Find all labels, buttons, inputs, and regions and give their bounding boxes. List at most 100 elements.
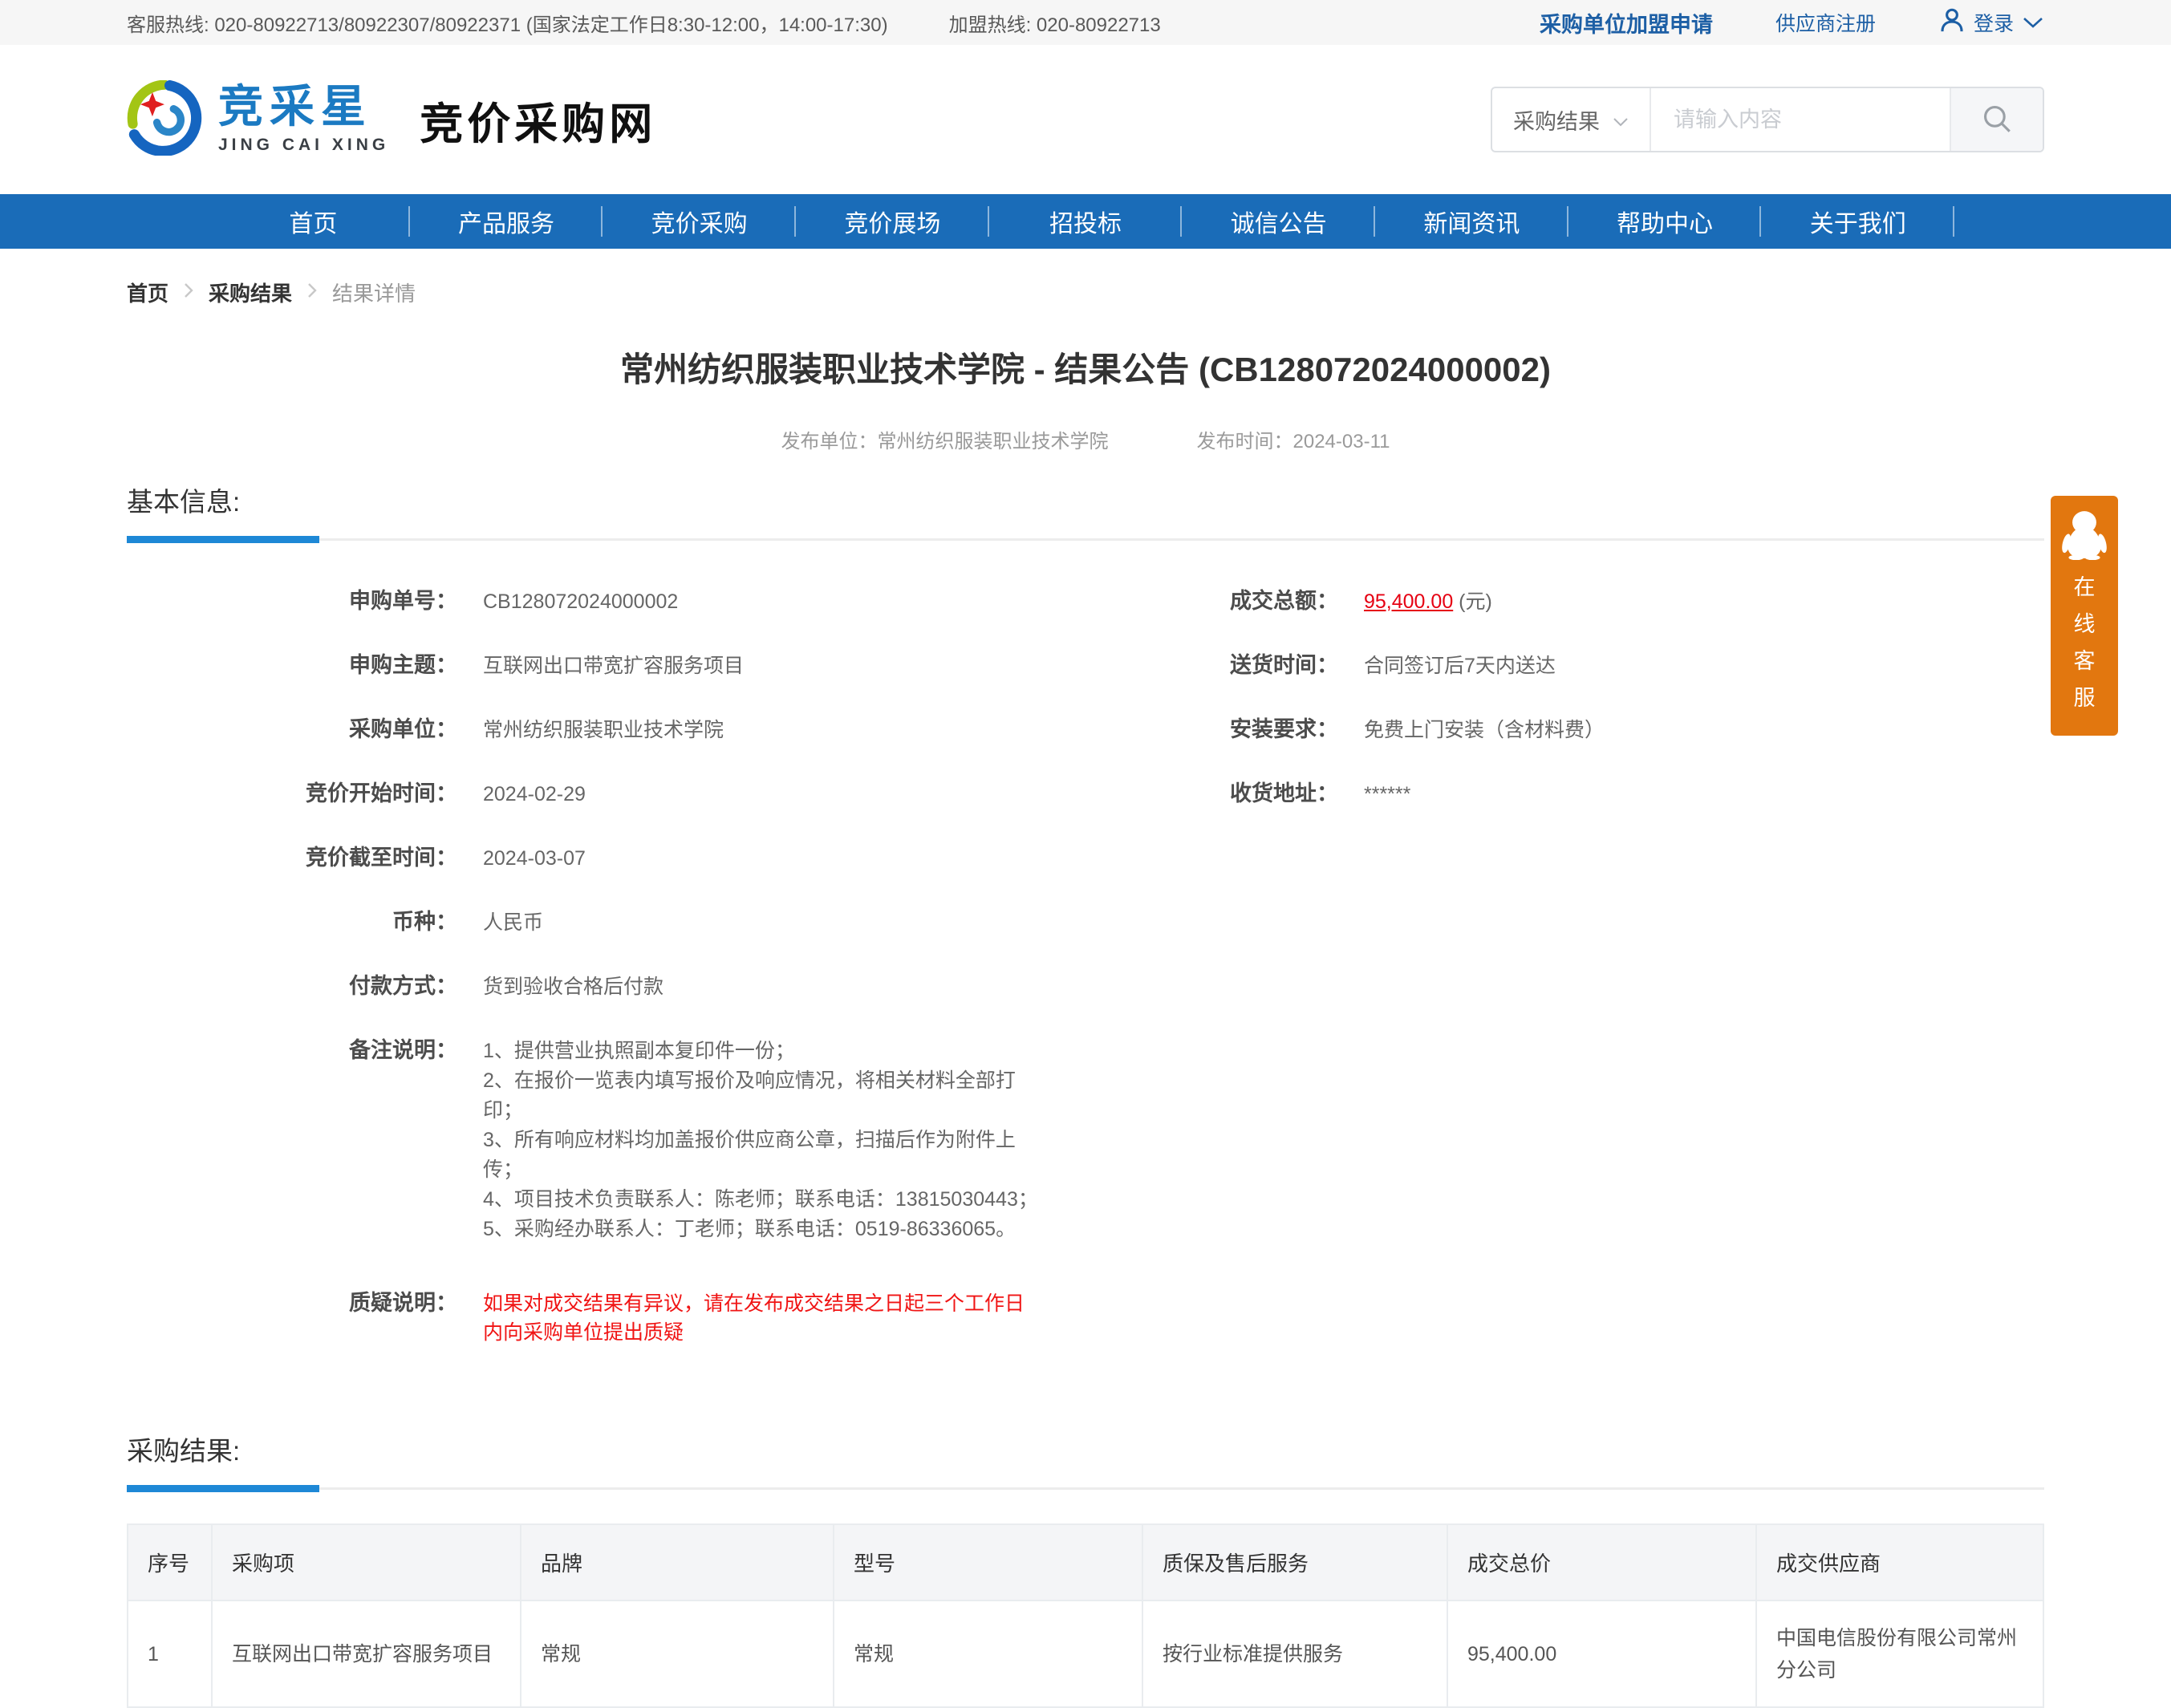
col-header-brand: 品牌 [521, 1524, 834, 1600]
chevron-right-icon [183, 280, 194, 305]
field-label: 收货地址： [1041, 780, 1338, 808]
results-table: 序号 采购项 品牌 型号 质保及售后服务 成交总价 成交供应商 1 互联网出口带… [127, 1523, 2044, 1708]
col-header-index: 序号 [128, 1524, 212, 1600]
logo-english-name: JING CAI XING [218, 136, 389, 155]
main-nav: 首页 产品服务 竞价采购 竞价展场 招投标 诚信公告 新闻资讯 帮助中心 关于我… [0, 194, 2171, 249]
chevron-down-icon [1613, 108, 1629, 132]
field-value: 免费上门安装（含材料费） [1338, 716, 1605, 744]
nav-item-tenders[interactable]: 招投标 [989, 194, 1183, 249]
supplier-register-link[interactable]: 供应商注册 [1775, 8, 1876, 37]
field-label: 采购单位： [127, 716, 457, 744]
basic-info-section-head: 基本信息: [127, 481, 2044, 541]
table-row: 1 互联网出口带宽扩容服务项目 常规 常规 按行业标准提供服务 95,400.0… [128, 1600, 2043, 1707]
results-table-header-row: 序号 采购项 品牌 型号 质保及售后服务 成交总价 成交供应商 [128, 1524, 2043, 1600]
breadcrumb-home[interactable]: 首页 [127, 278, 168, 307]
join-hotline: 加盟热线: 020-80922713 [949, 9, 1161, 37]
login-link[interactable]: 登录 [1938, 6, 2044, 39]
field-row-delivery-time: 送货时间： 合同签订后7天内送达 [1041, 651, 2044, 716]
breadcrumb-detail: 结果详情 [332, 278, 416, 307]
field-row-remarks: 备注说明： 1、提供营业执照副本复印件一份； 2、在报价一览表内填写报价及响应情… [127, 1037, 1041, 1244]
purchaser-join-link[interactable]: 采购单位加盟申请 [1540, 7, 1713, 39]
nav-item-help-center[interactable]: 帮助中心 [1568, 194, 1762, 249]
breadcrumb-results[interactable]: 采购结果 [209, 278, 292, 307]
nav-item-bidding-hall[interactable]: 竞价展场 [796, 194, 989, 249]
search-button[interactable] [1950, 88, 2043, 151]
cell-item: 互联网出口带宽扩容服务项目 [212, 1600, 521, 1707]
field-row-start-time: 竞价开始时间： 2024-02-29 [127, 780, 1041, 844]
qq-penguin-icon [2062, 550, 2107, 563]
field-label: 付款方式： [127, 972, 457, 1000]
field-row-install-req: 安装要求： 免费上门安装（含材料费） [1041, 716, 2044, 780]
field-label: 竞价截至时间： [127, 844, 457, 872]
brand[interactable]: 竞采星 JING CAI XING 竞价采购网 [127, 80, 656, 160]
col-header-item: 采购项 [212, 1524, 521, 1600]
search-category-select[interactable]: 采购结果 [1492, 88, 1651, 151]
search-icon [1980, 102, 2014, 138]
total-amount-link[interactable]: 95,400.00 [1364, 590, 1453, 613]
field-row-purchaser: 采购单位： 常州纺织服装职业技术学院 [127, 716, 1041, 780]
publish-time: 发布时间：2024-03-11 [1197, 425, 1390, 453]
cell-supplier: 中国电信股份有限公司常州分公司 [1756, 1600, 2043, 1707]
col-header-model: 型号 [834, 1524, 1142, 1600]
user-icon [1938, 6, 1966, 39]
dispute-value: 如果对成交结果有异议，请在发布成交结果之日起三个工作日内向采购单位提出质疑 [457, 1289, 1041, 1348]
cell-warranty: 按行业标准提供服务 [1142, 1600, 1447, 1707]
logo-icon [127, 80, 202, 160]
field-row-currency: 币种： 人民币 [127, 908, 1041, 972]
chevron-down-icon [2022, 11, 2044, 34]
field-value: 2024-02-29 [457, 780, 586, 809]
nav-item-news[interactable]: 新闻资讯 [1375, 194, 1568, 249]
cell-brand: 常规 [521, 1600, 834, 1707]
top-utility-bar: 客服热线: 020-80922713/80922307/80922371 (国家… [0, 0, 2171, 45]
online-customer-service-label: 在线客服 [2073, 569, 2096, 716]
search-category-value: 采购结果 [1513, 104, 1600, 136]
nav-item-products[interactable]: 产品服务 [410, 194, 603, 249]
nav-item-home[interactable]: 首页 [217, 194, 410, 249]
field-value: ****** [1338, 780, 1410, 809]
field-label: 质疑说明： [127, 1289, 457, 1317]
field-value: 常州纺织服装职业技术学院 [457, 716, 724, 744]
remarks-line: 2、在报价一览表内填写报价及响应情况，将相关材料全部打印； [483, 1066, 1041, 1126]
publisher: 发布单位：常州纺织服装职业技术学院 [781, 425, 1109, 453]
page: { "topbar": { "service_hotline": "客服热线: … [0, 0, 2171, 1682]
basic-info-section-title: 基本信息: [127, 487, 240, 517]
chevron-right-icon [306, 280, 318, 305]
results-section-title: 采购结果: [127, 1436, 240, 1466]
field-value: 合同签订后7天内送达 [1338, 651, 1556, 680]
col-header-supplier: 成交供应商 [1756, 1524, 2043, 1600]
field-value: 2024-03-07 [457, 844, 586, 873]
field-row-order-no: 申购单号： CB128072024000002 [127, 587, 1041, 651]
remarks-line: 4、项目技术负责联系人：陈老师；联系电话：13815030443； [483, 1185, 1041, 1215]
search-input[interactable] [1651, 88, 1950, 151]
site-header: 竞采星 JING CAI XING 竞价采购网 采购结果 [0, 45, 2171, 194]
online-customer-service-widget[interactable]: 在线客服 [2051, 496, 2118, 736]
field-value: 货到验收合格后付款 [457, 972, 663, 1001]
remarks-line: 5、采购经办联系人：丁老师；联系电话：0519-86336065。 [483, 1215, 1041, 1244]
remarks-line: 3、所有响应材料均加盖报价供应商公章，扫描后作为附件上传； [483, 1126, 1041, 1185]
field-label: 送货时间： [1041, 651, 1338, 680]
field-row-dispute: 质疑说明： 如果对成交结果有异议，请在发布成交结果之日起三个工作日内向采购单位提… [127, 1289, 1041, 1353]
field-value: 人民币 [457, 908, 543, 937]
nav-item-bidding[interactable]: 竞价采购 [603, 194, 796, 249]
service-hotline: 客服热线: 020-80922713/80922307/80922371 (国家… [127, 9, 888, 37]
col-header-total-price: 成交总价 [1447, 1524, 1756, 1600]
remarks-line: 1、提供营业执照副本复印件一份； [483, 1037, 1041, 1066]
nav-item-about-us[interactable]: 关于我们 [1761, 194, 1954, 249]
field-label: 申购主题： [127, 651, 457, 680]
page-title: 常州纺织服装职业技术学院 - 结果公告 (CB128072024000002) [127, 343, 2044, 392]
cell-index: 1 [128, 1600, 212, 1707]
basic-info-grid: 申购单号： CB128072024000002 申购主题： 互联网出口带宽扩容服… [127, 541, 2044, 1353]
publish-meta: 发布单位：常州纺织服装职业技术学院 发布时间：2024-03-11 [127, 425, 2044, 453]
field-value: CB128072024000002 [457, 587, 678, 616]
field-label: 成交总额： [1041, 587, 1338, 615]
breadcrumb: 首页 采购结果 结果详情 [127, 249, 2044, 307]
cell-total-price: 95,400.00 [1447, 1600, 1756, 1707]
results-section-head: 采购结果: [127, 1430, 2044, 1490]
nav-item-integrity-notice[interactable]: 诚信公告 [1182, 194, 1375, 249]
amount-unit: (元) [1453, 590, 1492, 613]
field-row-total-amount: 成交总额： 95,400.00 (元) [1041, 587, 2044, 651]
field-label: 竞价开始时间： [127, 780, 457, 808]
field-label: 备注说明： [127, 1037, 457, 1065]
field-label: 申购单号： [127, 587, 457, 615]
search-box: 采购结果 [1491, 87, 2044, 152]
